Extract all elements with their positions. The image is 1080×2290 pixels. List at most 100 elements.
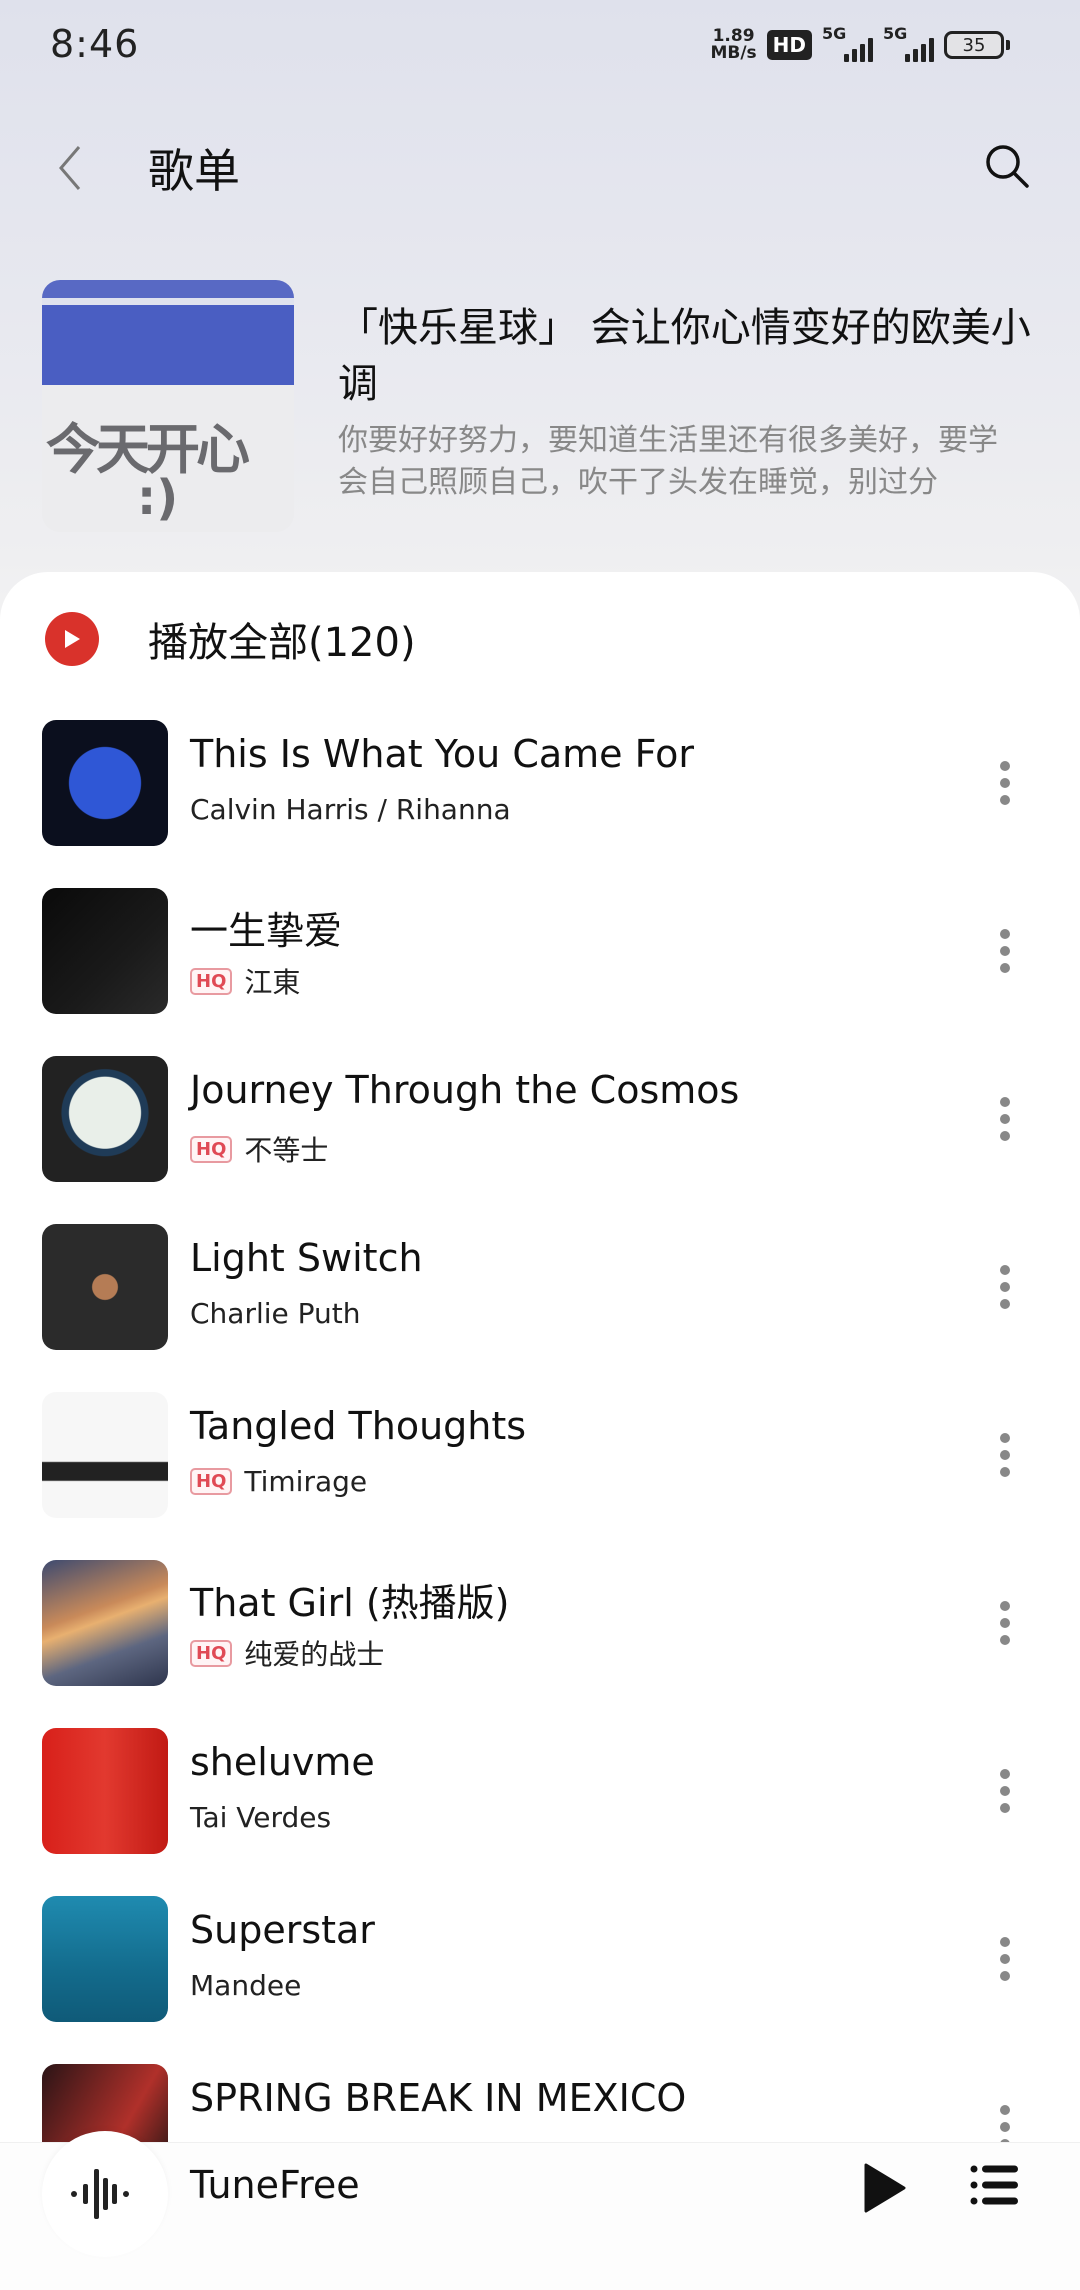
song-row[interactable]: 一生挚爱 HQ 江東: [0, 888, 1080, 1056]
song-row[interactable]: Superstar Mandee: [0, 1896, 1080, 2064]
status-bar: 8:46 1.89 MB/s HD 5G 5G 35: [0, 0, 1080, 95]
more-vertical-icon-dot: [1000, 1114, 1010, 1124]
hq-badge: HQ: [190, 967, 233, 995]
song-title: 一生挚爱: [190, 909, 343, 953]
clock: 8:46: [50, 22, 140, 66]
more-vertical-icon-dot: [1000, 929, 1010, 939]
song-title: sheluvme: [190, 1740, 375, 1784]
search-button[interactable]: [979, 138, 1035, 194]
top-nav: 歌单: [0, 120, 1080, 210]
song-title: SPRING BREAK IN MEXICO: [190, 2076, 687, 2120]
play-all-label: 播放全部(120): [148, 620, 416, 666]
song-artist: 纯爱的战士: [244, 1638, 385, 1671]
play-all-button[interactable]: 播放全部(120): [0, 592, 1080, 682]
more-vertical-icon-dot: [1000, 1299, 1010, 1309]
signal-icon-sim1: 5G: [822, 24, 873, 62]
more-options-button[interactable]: [990, 1430, 1020, 1480]
more-vertical-icon-dot: [1000, 1282, 1010, 1292]
song-subtitle: HQ 不等士: [190, 1129, 328, 1169]
more-vertical-icon-dot: [1000, 1971, 1010, 1981]
hq-badge: HQ: [190, 1468, 233, 1495]
song-title: Superstar: [190, 1908, 375, 1952]
more-vertical-icon-dot: [1000, 795, 1010, 805]
album-art: [42, 1728, 168, 1854]
play-icon: [864, 2163, 906, 2213]
song-artist: Charlie Puth: [190, 1297, 361, 1330]
more-vertical-icon-dot: [1000, 963, 1010, 973]
hq-badge: HQ: [190, 1135, 233, 1163]
playlist-icon: [970, 2165, 1018, 2205]
more-vertical-icon-dot: [1000, 1635, 1010, 1645]
more-options-button[interactable]: [990, 1598, 1020, 1648]
more-vertical-icon-dot: [1000, 1433, 1010, 1443]
song-row[interactable]: This Is What You Came For Calvin Harris /…: [0, 720, 1080, 888]
song-row[interactable]: Journey Through the Cosmos HQ 不等士: [0, 1056, 1080, 1224]
page-title: 歌单: [148, 144, 240, 198]
playlist-title: 「快乐星球」 会让你心情变好的欧美小调: [338, 305, 1031, 407]
playlist-cover[interactable]: 今天开心 :): [42, 280, 294, 532]
album-art: [42, 1896, 168, 2022]
song-row[interactable]: Tangled Thoughts HQ Timirage: [0, 1392, 1080, 1560]
battery-icon: 35: [944, 31, 1010, 59]
back-button[interactable]: [45, 138, 95, 198]
song-subtitle: HQ Timirage: [190, 1465, 367, 1498]
more-options-button[interactable]: [990, 1934, 1020, 1984]
playlist-header: 今天开心 :) 「快乐星球」 会让你心情变好的欧美小调 你要好好努力，要知道生活…: [0, 280, 1080, 532]
queue-button[interactable]: [965, 2155, 1025, 2215]
more-vertical-icon-dot: [1000, 1803, 1010, 1813]
more-vertical-icon-dot: [1000, 761, 1010, 771]
song-title: This Is What You Came For: [190, 732, 694, 776]
album-art: [42, 720, 168, 846]
status-icons: 1.89 MB/s HD 5G 5G 35: [710, 24, 1010, 62]
song-subtitle: Tai Verdes: [190, 1801, 331, 1834]
more-vertical-icon-dot: [1000, 2122, 1010, 2132]
song-subtitle: Charlie Puth: [190, 1297, 361, 1330]
song-row[interactable]: Light Switch Charlie Puth: [0, 1224, 1080, 1392]
song-subtitle: HQ 纯爱的战士: [190, 1633, 384, 1673]
song-artist: Calvin Harris / Rihanna: [190, 793, 511, 826]
song-artist: 江東: [244, 966, 301, 999]
more-vertical-icon-dot: [1000, 2105, 1010, 2115]
song-title: That Girl (热播版): [190, 1581, 510, 1625]
more-vertical-icon-dot: [1000, 778, 1010, 788]
more-vertical-icon-dot: [1000, 1937, 1010, 1947]
album-art: [42, 888, 168, 1014]
more-options-button[interactable]: [990, 926, 1020, 976]
more-vertical-icon-dot: [1000, 1769, 1010, 1779]
playlist-description[interactable]: 你要好好努力，要知道生活里还有很多美好，要学会自己照顾自己，吹干了头发在睡觉，别…: [338, 420, 1018, 504]
song-artist: 不等士: [244, 1134, 329, 1167]
more-vertical-icon-dot: [1000, 946, 1010, 956]
more-vertical-icon-dot: [1000, 1467, 1010, 1477]
more-options-button[interactable]: [990, 758, 1020, 808]
more-vertical-icon-dot: [1000, 1601, 1010, 1611]
song-artist: Timirage: [244, 1465, 368, 1498]
signal-icon-sim2: 5G: [883, 24, 934, 62]
more-options-button[interactable]: [990, 1262, 1020, 1312]
song-subtitle: Mandee: [190, 1969, 301, 2002]
song-title: Light Switch: [190, 1236, 423, 1280]
song-subtitle: HQ 江東: [190, 961, 300, 1001]
song-row[interactable]: That Girl (热播版) HQ 纯爱的战士: [0, 1560, 1080, 1728]
hq-badge: HQ: [190, 1639, 233, 1667]
song-subtitle: Calvin Harris / Rihanna: [190, 793, 511, 826]
album-art: [42, 1392, 168, 1518]
more-vertical-icon-dot: [1000, 1131, 1010, 1141]
now-playing-artwork[interactable]: [42, 2131, 168, 2257]
play-button[interactable]: [855, 2153, 915, 2223]
song-title: Tangled Thoughts: [190, 1404, 527, 1448]
battery-level: 35: [944, 31, 1004, 59]
album-art: [42, 1560, 168, 1686]
song-row[interactable]: sheluvme Tai Verdes: [0, 1728, 1080, 1896]
waveform-icon: [71, 2169, 129, 2219]
more-vertical-icon-dot: [1000, 1786, 1010, 1796]
more-vertical-icon-dot: [1000, 1097, 1010, 1107]
more-vertical-icon-dot: [1000, 1618, 1010, 1628]
chevron-left-icon: [59, 146, 81, 190]
more-vertical-icon-dot: [1000, 1265, 1010, 1275]
search-icon: [986, 145, 1029, 188]
mini-player[interactable]: TuneFree: [0, 2131, 1080, 2290]
more-options-button[interactable]: [990, 1094, 1020, 1144]
more-vertical-icon-dot: [1000, 1954, 1010, 1964]
more-options-button[interactable]: [990, 1766, 1020, 1816]
play-circle-icon: [45, 612, 99, 666]
